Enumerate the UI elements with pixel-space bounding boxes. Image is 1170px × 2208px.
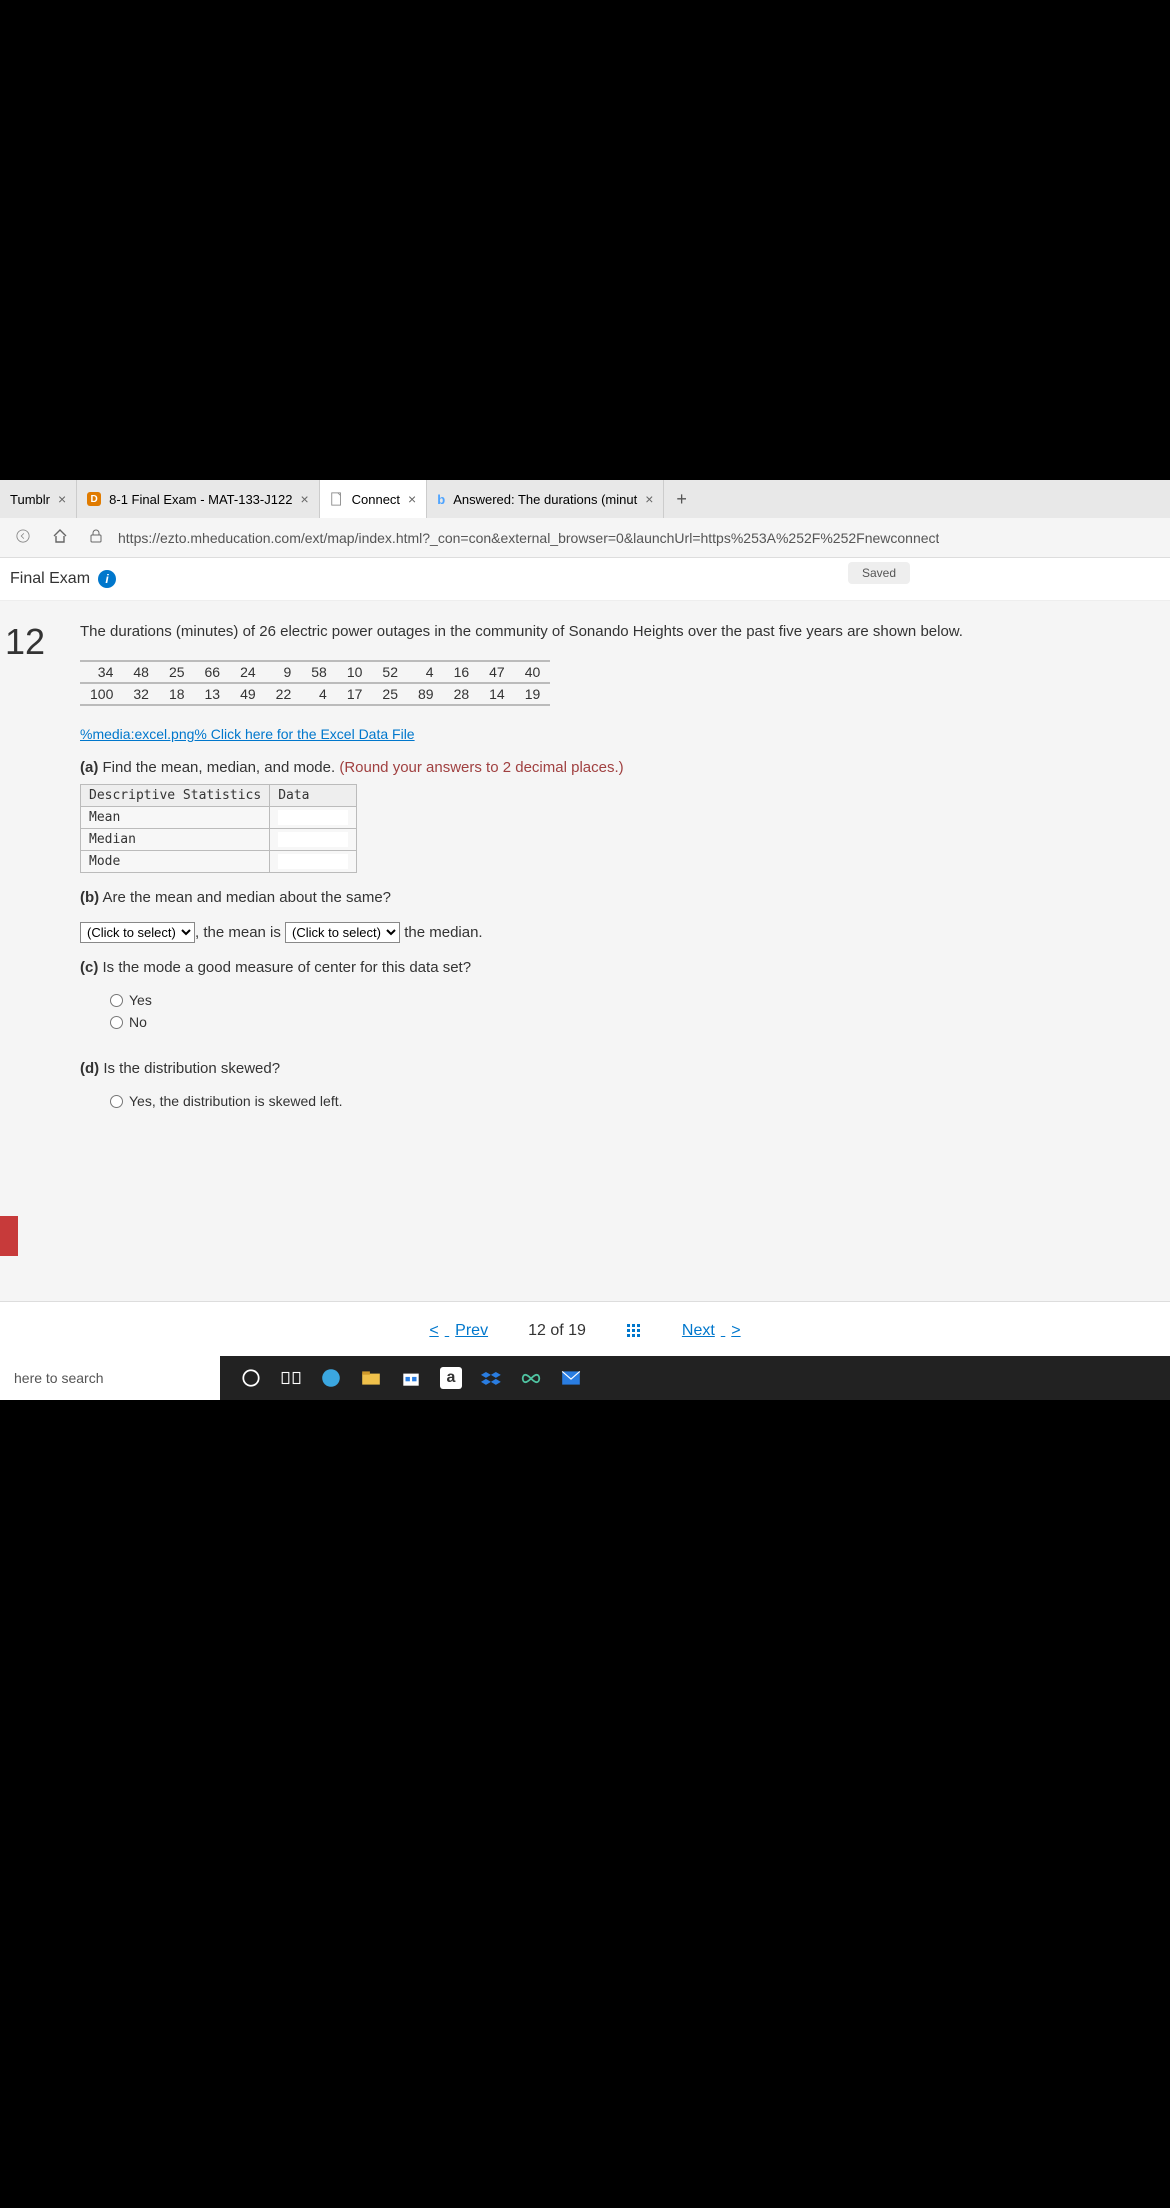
tab-exam[interactable]: D 8-1 Final Exam - MAT-133-J122 × [77, 480, 319, 518]
radio-skew-left[interactable] [110, 1095, 123, 1108]
paging-bar: < Prev 12 of 19 Next > [0, 1301, 1170, 1356]
tab-label: 8-1 Final Exam - MAT-133-J122 [109, 492, 292, 507]
close-icon[interactable]: × [408, 491, 416, 507]
taskview-icon[interactable] [280, 1367, 302, 1389]
stats-table: Descriptive StatisticsData Mean Median M… [80, 784, 357, 873]
radio-yes[interactable] [110, 994, 123, 1007]
tab-tumblr[interactable]: Tumblr × [0, 480, 77, 518]
tab-answered[interactable]: b Answered: The durations (minut × [427, 480, 664, 518]
tab-label: Connect [352, 492, 400, 507]
select-1[interactable]: (Click to select) [80, 922, 195, 943]
next-button[interactable]: Next > [682, 1322, 741, 1340]
saved-badge: Saved [848, 562, 910, 584]
url-text[interactable]: https://ezto.mheducation.com/ext/map/ind… [118, 530, 939, 546]
bartleby-icon: b [437, 492, 445, 507]
explorer-icon[interactable] [360, 1367, 382, 1389]
part-a: (a) Find the mean, median, and mode. (Ro… [80, 759, 1140, 873]
edge-icon[interactable] [320, 1367, 342, 1389]
home-icon[interactable] [46, 528, 74, 547]
address-bar: https://ezto.mheducation.com/ext/map/ind… [0, 518, 1170, 558]
amazon-icon[interactable]: a [440, 1367, 462, 1389]
radio-no[interactable] [110, 1016, 123, 1029]
part-d: (d) Is the distribution skewed? [80, 1060, 1140, 1077]
prev-button[interactable]: < Prev [429, 1322, 488, 1340]
store-icon[interactable] [400, 1367, 422, 1389]
taskbar-search[interactable]: here to search [0, 1356, 220, 1400]
back-icon[interactable] [10, 529, 36, 546]
select-2[interactable]: (Click to select) [285, 922, 400, 943]
tab-label: Answered: The durations (minut [453, 492, 637, 507]
question-number: 12 [0, 621, 45, 663]
dropbox-icon[interactable] [480, 1367, 502, 1389]
data-table: 3448256624958105241647401003218134922417… [80, 660, 1140, 706]
excel-link[interactable]: %media:excel.png% Click here for the Exc… [80, 726, 415, 742]
tab-connect[interactable]: Connect × [320, 480, 428, 518]
exam-header: Final Exam i Saved [0, 558, 1170, 601]
median-input[interactable] [278, 832, 348, 847]
lock-icon [84, 529, 108, 546]
page-count: 12 of 19 [528, 1322, 586, 1340]
browser-tabs: Tumblr × D 8-1 Final Exam - MAT-133-J122… [0, 480, 1170, 518]
cortana-icon[interactable] [240, 1367, 262, 1389]
grid-icon[interactable] [626, 1323, 642, 1339]
side-widget[interactable] [0, 1216, 18, 1256]
part-b-answer: (Click to select), the mean is (Click to… [80, 922, 1140, 943]
mode-input[interactable] [278, 854, 348, 869]
close-icon[interactable]: × [58, 491, 66, 507]
part-b: (b) Are the mean and median about the sa… [80, 889, 1140, 906]
mail-icon[interactable] [560, 1367, 582, 1389]
taskbar: here to search a [0, 1356, 1170, 1400]
mean-input[interactable] [278, 810, 348, 825]
close-icon[interactable]: × [645, 491, 653, 507]
part-c: (c) Is the mode a good measure of center… [80, 959, 1140, 976]
exam-title: Final Exam [10, 570, 90, 588]
info-icon[interactable]: i [98, 570, 116, 588]
page-icon [330, 492, 344, 506]
brightspace-icon: D [87, 492, 101, 506]
tab-label: Tumblr [10, 492, 50, 507]
question-area: 12 The durations (minutes) of 26 electri… [0, 601, 1170, 1301]
question-intro: The durations (minutes) of 26 electric p… [80, 621, 1140, 642]
infinity-icon[interactable] [520, 1367, 542, 1389]
close-icon[interactable]: × [300, 491, 308, 507]
new-tab-button[interactable]: + [664, 489, 699, 510]
